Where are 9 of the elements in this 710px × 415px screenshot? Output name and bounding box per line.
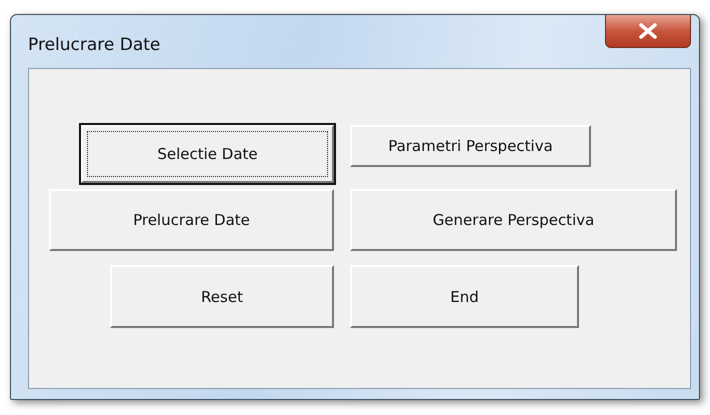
window-title: Prelucrare Date xyxy=(28,35,160,55)
dialog-button[interactable]: Prelucrare Date xyxy=(49,189,334,251)
close-icon xyxy=(638,23,658,39)
dialog-button[interactable]: End xyxy=(350,265,579,328)
close-button[interactable] xyxy=(605,15,691,48)
dialog-button[interactable]: Selectie Date xyxy=(81,125,334,183)
dialog-button[interactable]: Reset xyxy=(110,265,334,328)
dialog-button[interactable]: Generare Perspectiva xyxy=(350,189,677,251)
dialog-button[interactable]: Parametri Perspectiva xyxy=(350,125,591,167)
